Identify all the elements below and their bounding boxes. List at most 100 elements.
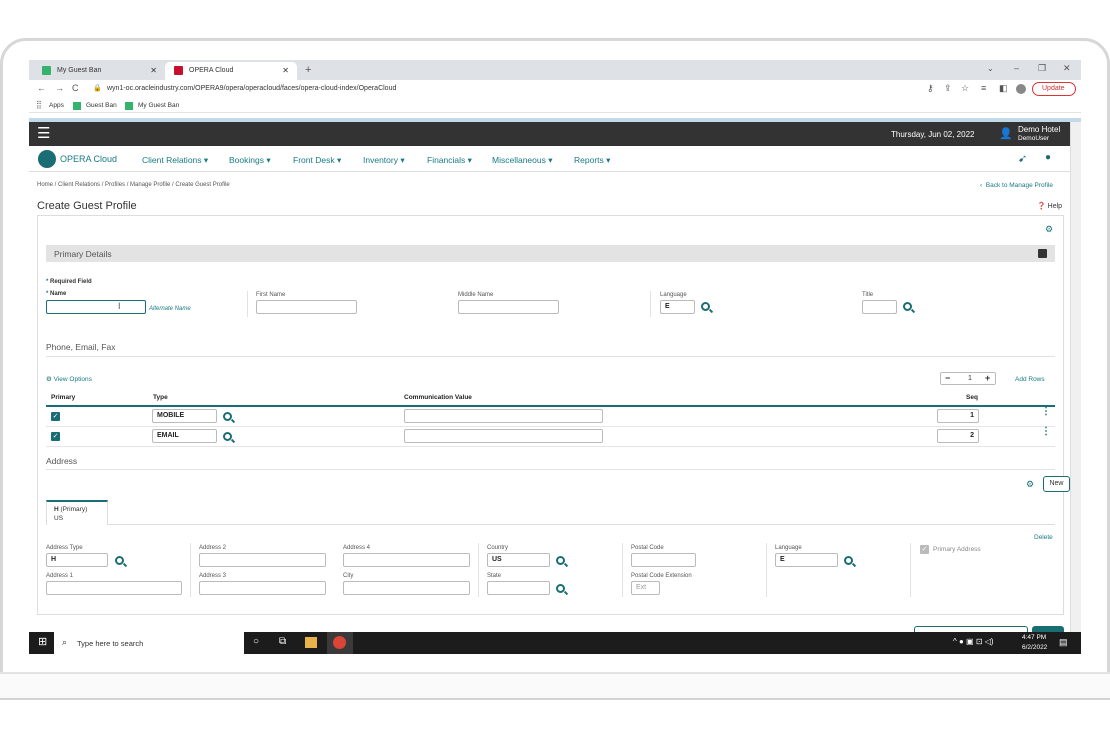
- alternate-name-link[interactable]: Alternate Name: [149, 306, 191, 312]
- share-icon[interactable]: ⇪: [944, 83, 952, 94]
- bookmark-my-guest-ban[interactable]: My Guest Ban: [138, 102, 179, 109]
- search-icon[interactable]: [556, 556, 565, 565]
- search-icon[interactable]: [701, 302, 710, 311]
- address-type-input[interactable]: H: [46, 553, 108, 567]
- cortana-icon[interactable]: ○: [253, 636, 259, 647]
- delete-address-link[interactable]: Delete: [1034, 534, 1053, 541]
- state-input[interactable]: [487, 581, 550, 595]
- hotel-name[interactable]: Demo Hotel: [1018, 125, 1060, 134]
- city-input[interactable]: [343, 581, 470, 595]
- language-input[interactable]: E: [660, 300, 695, 314]
- search-icon[interactable]: [115, 556, 124, 565]
- tab-my-guest-ban[interactable]: My Guest Ban ✕: [33, 62, 165, 80]
- help-link[interactable]: ❓ Help: [1037, 202, 1062, 210]
- search-icon[interactable]: [903, 302, 912, 311]
- search-icon[interactable]: [223, 432, 232, 441]
- restore-icon[interactable]: ❐: [1038, 63, 1046, 74]
- reload-icon[interactable]: C: [72, 83, 79, 93]
- collapse-icon[interactable]: [1038, 249, 1047, 258]
- notifications-icon[interactable]: ▤: [1059, 637, 1068, 648]
- windows-start-icon[interactable]: ⊞: [38, 637, 47, 648]
- type-input[interactable]: MOBILE: [152, 409, 217, 423]
- address-language-input[interactable]: E: [775, 553, 838, 567]
- seq-input[interactable]: 1: [937, 409, 979, 423]
- middle-name-input[interactable]: [458, 300, 559, 314]
- breadcrumb[interactable]: Home / Client Relations / Profiles / Man…: [37, 182, 230, 188]
- view-options[interactable]: ⚙ View Options: [46, 375, 92, 383]
- new-tab-icon[interactable]: +: [305, 64, 311, 76]
- taskbar-search[interactable]: ⌕ Type here to search: [54, 632, 244, 654]
- nav-financials[interactable]: Financials ▾: [427, 155, 472, 166]
- file-explorer-icon[interactable]: [305, 637, 317, 648]
- address-section-title: Address: [46, 456, 78, 466]
- key-icon[interactable]: ⚷: [927, 83, 934, 94]
- user-icon[interactable]: 👤: [999, 127, 1013, 140]
- star-icon[interactable]: ☆: [961, 83, 969, 94]
- nav-inventory[interactable]: Inventory ▾: [363, 155, 405, 166]
- search-icon[interactable]: [556, 584, 565, 593]
- nav-reports[interactable]: Reports ▾: [574, 155, 610, 166]
- address-2-input[interactable]: [199, 553, 326, 567]
- primary-address-checkbox[interactable]: ✓: [920, 545, 929, 554]
- tray-icons[interactable]: ^ ● ▣ ⊡ ◁): [953, 637, 994, 646]
- primary-address-label: Primary Address: [933, 546, 981, 553]
- clock-date[interactable]: 6/2/2022: [1022, 644, 1047, 651]
- add-rows-link[interactable]: Add Rows: [1015, 376, 1045, 383]
- address-1-input[interactable]: [46, 581, 182, 595]
- minus-icon[interactable]: −: [945, 373, 950, 384]
- name-input[interactable]: [46, 300, 146, 314]
- bookmark-guest-ban[interactable]: Guest Ban: [86, 102, 117, 109]
- hamburger-icon[interactable]: ☰: [37, 126, 50, 141]
- primary-checkbox[interactable]: ✓: [51, 432, 60, 441]
- new-address-button[interactable]: New: [1043, 476, 1070, 492]
- first-name-input[interactable]: [256, 300, 357, 314]
- address-3-input[interactable]: [199, 581, 326, 595]
- forward-icon[interactable]: →: [55, 83, 64, 93]
- row-stepper[interactable]: − 1 +: [940, 372, 996, 385]
- communication-value-input[interactable]: [404, 429, 603, 443]
- search-icon[interactable]: [844, 556, 853, 565]
- reading-list-icon[interactable]: ≡: [981, 83, 986, 93]
- type-input[interactable]: EMAIL: [152, 429, 217, 443]
- clock-time[interactable]: 4:47 PM: [1022, 634, 1046, 641]
- communication-value-input[interactable]: [404, 409, 603, 423]
- opera-logo-icon: [38, 150, 56, 168]
- title-input[interactable]: [862, 300, 897, 314]
- nav-client-relations[interactable]: Client Relations ▾: [142, 155, 208, 166]
- close-window-icon[interactable]: ✕: [1063, 63, 1071, 74]
- rocket-icon[interactable]: ➹: [1018, 152, 1027, 165]
- bookmark-apps[interactable]: Apps: [49, 102, 64, 109]
- address-tab-h[interactable]: H (Primary) US: [46, 500, 108, 525]
- address-4-input[interactable]: [343, 553, 470, 567]
- plus-icon[interactable]: +: [985, 373, 990, 384]
- postal-ext-input[interactable]: Ext: [631, 581, 660, 595]
- update-button[interactable]: Update: [1032, 82, 1076, 96]
- back-icon[interactable]: ←: [37, 83, 46, 93]
- nav-bookings[interactable]: Bookings ▾: [229, 155, 271, 166]
- profile-avatar[interactable]: [1016, 84, 1026, 94]
- scrollbar[interactable]: [1070, 122, 1081, 632]
- back-link[interactable]: ‹ Back to Manage Profile: [980, 182, 1053, 189]
- sidepanel-icon[interactable]: ◧: [999, 83, 1008, 94]
- gear-icon[interactable]: ⚙: [1026, 479, 1034, 490]
- gear-icon[interactable]: ⚙: [1045, 224, 1053, 235]
- task-view-icon[interactable]: ⧉: [279, 636, 286, 647]
- search-icon[interactable]: [223, 412, 232, 421]
- logo-text[interactable]: OPERA Cloud: [60, 154, 117, 164]
- tab-opera-cloud[interactable]: OPERA Cloud ✕: [165, 62, 297, 80]
- close-icon[interactable]: ✕: [150, 62, 157, 80]
- chat-icon[interactable]: ●: [1045, 152, 1051, 163]
- chevron-down-icon[interactable]: ⌄: [987, 64, 994, 73]
- nav-miscellaneous[interactable]: Miscellaneous ▾: [492, 155, 553, 166]
- close-icon[interactable]: ✕: [282, 62, 289, 80]
- minimize-icon[interactable]: –: [1014, 63, 1019, 73]
- address-bar[interactable]: wyn1-oc.oracleindustry.com/OPERA9/opera/…: [107, 85, 396, 92]
- seq-input[interactable]: 2: [937, 429, 979, 443]
- postal-code-input[interactable]: [631, 553, 696, 567]
- row-menu-icon[interactable]: ⋮: [1041, 407, 1051, 421]
- primary-checkbox[interactable]: ✓: [51, 412, 60, 421]
- nav-front-desk[interactable]: Front Desk ▾: [293, 155, 341, 166]
- row-menu-icon[interactable]: ⋮: [1041, 427, 1051, 441]
- section-primary-details[interactable]: Primary Details: [46, 245, 1055, 262]
- country-input[interactable]: US: [487, 553, 550, 567]
